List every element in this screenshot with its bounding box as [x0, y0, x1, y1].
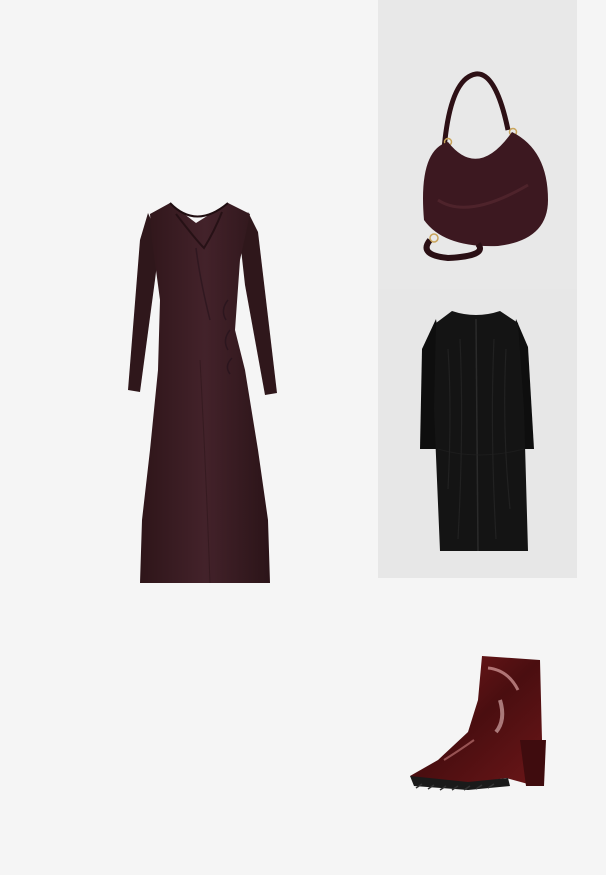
outfit-collage: { "collage": { "background": "#f5f5f5", … — [0, 0, 606, 875]
faux-fur-coat-icon — [378, 289, 577, 578]
dress-tile[interactable] — [0, 0, 378, 875]
boot-tile[interactable] — [378, 600, 577, 840]
midi-dress-icon — [128, 202, 277, 584]
bag-tile[interactable] — [378, 0, 577, 289]
dress-right-sleeve — [240, 212, 277, 395]
coat-body — [434, 311, 528, 551]
coat-tile[interactable] — [378, 289, 577, 578]
ankle-boot-icon — [410, 656, 546, 791]
shoulder-bag-icon — [378, 0, 577, 289]
